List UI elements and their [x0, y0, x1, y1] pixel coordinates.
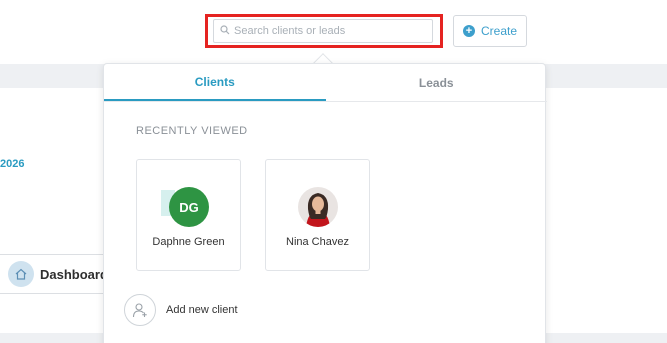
background-date-text: 2026 [0, 158, 25, 170]
client-name: Daphne Green [152, 236, 225, 248]
recently-viewed-heading: RECENTLY VIEWED [136, 125, 248, 137]
create-button[interactable]: + Create [453, 15, 527, 47]
avatar-initials: DG [169, 187, 209, 227]
search-icon [220, 22, 230, 40]
search-input[interactable] [234, 25, 414, 37]
add-user-icon [124, 294, 156, 326]
tab-bar: Clients Leads [104, 64, 547, 102]
add-new-client-button[interactable]: Add new client [124, 294, 238, 326]
sidebar-item-dashboard[interactable]: Dashboard [0, 254, 120, 294]
recent-client-card[interactable]: Nina Chavez [265, 159, 370, 271]
search-highlight-frame [205, 14, 443, 48]
app-viewport: 2026 Dashboard + Create Clients [0, 0, 667, 343]
tab-leads[interactable]: Leads [326, 64, 548, 101]
plus-circle-icon: + [462, 25, 475, 37]
home-icon [8, 261, 34, 287]
sidebar-item-label: Dashboard [40, 266, 108, 282]
tab-clients[interactable]: Clients [104, 64, 326, 101]
add-new-client-label: Add new client [166, 304, 238, 316]
search-field[interactable] [213, 19, 433, 43]
recent-client-card[interactable]: DG Daphne Green [136, 159, 241, 271]
search-dropdown: Clients Leads RECENTLY VIEWED DG Daphne … [103, 63, 547, 343]
avatar-photo [298, 187, 338, 227]
avatar: DG [161, 187, 209, 227]
create-button-label: Create [480, 24, 518, 38]
client-name: Nina Chavez [286, 236, 349, 248]
